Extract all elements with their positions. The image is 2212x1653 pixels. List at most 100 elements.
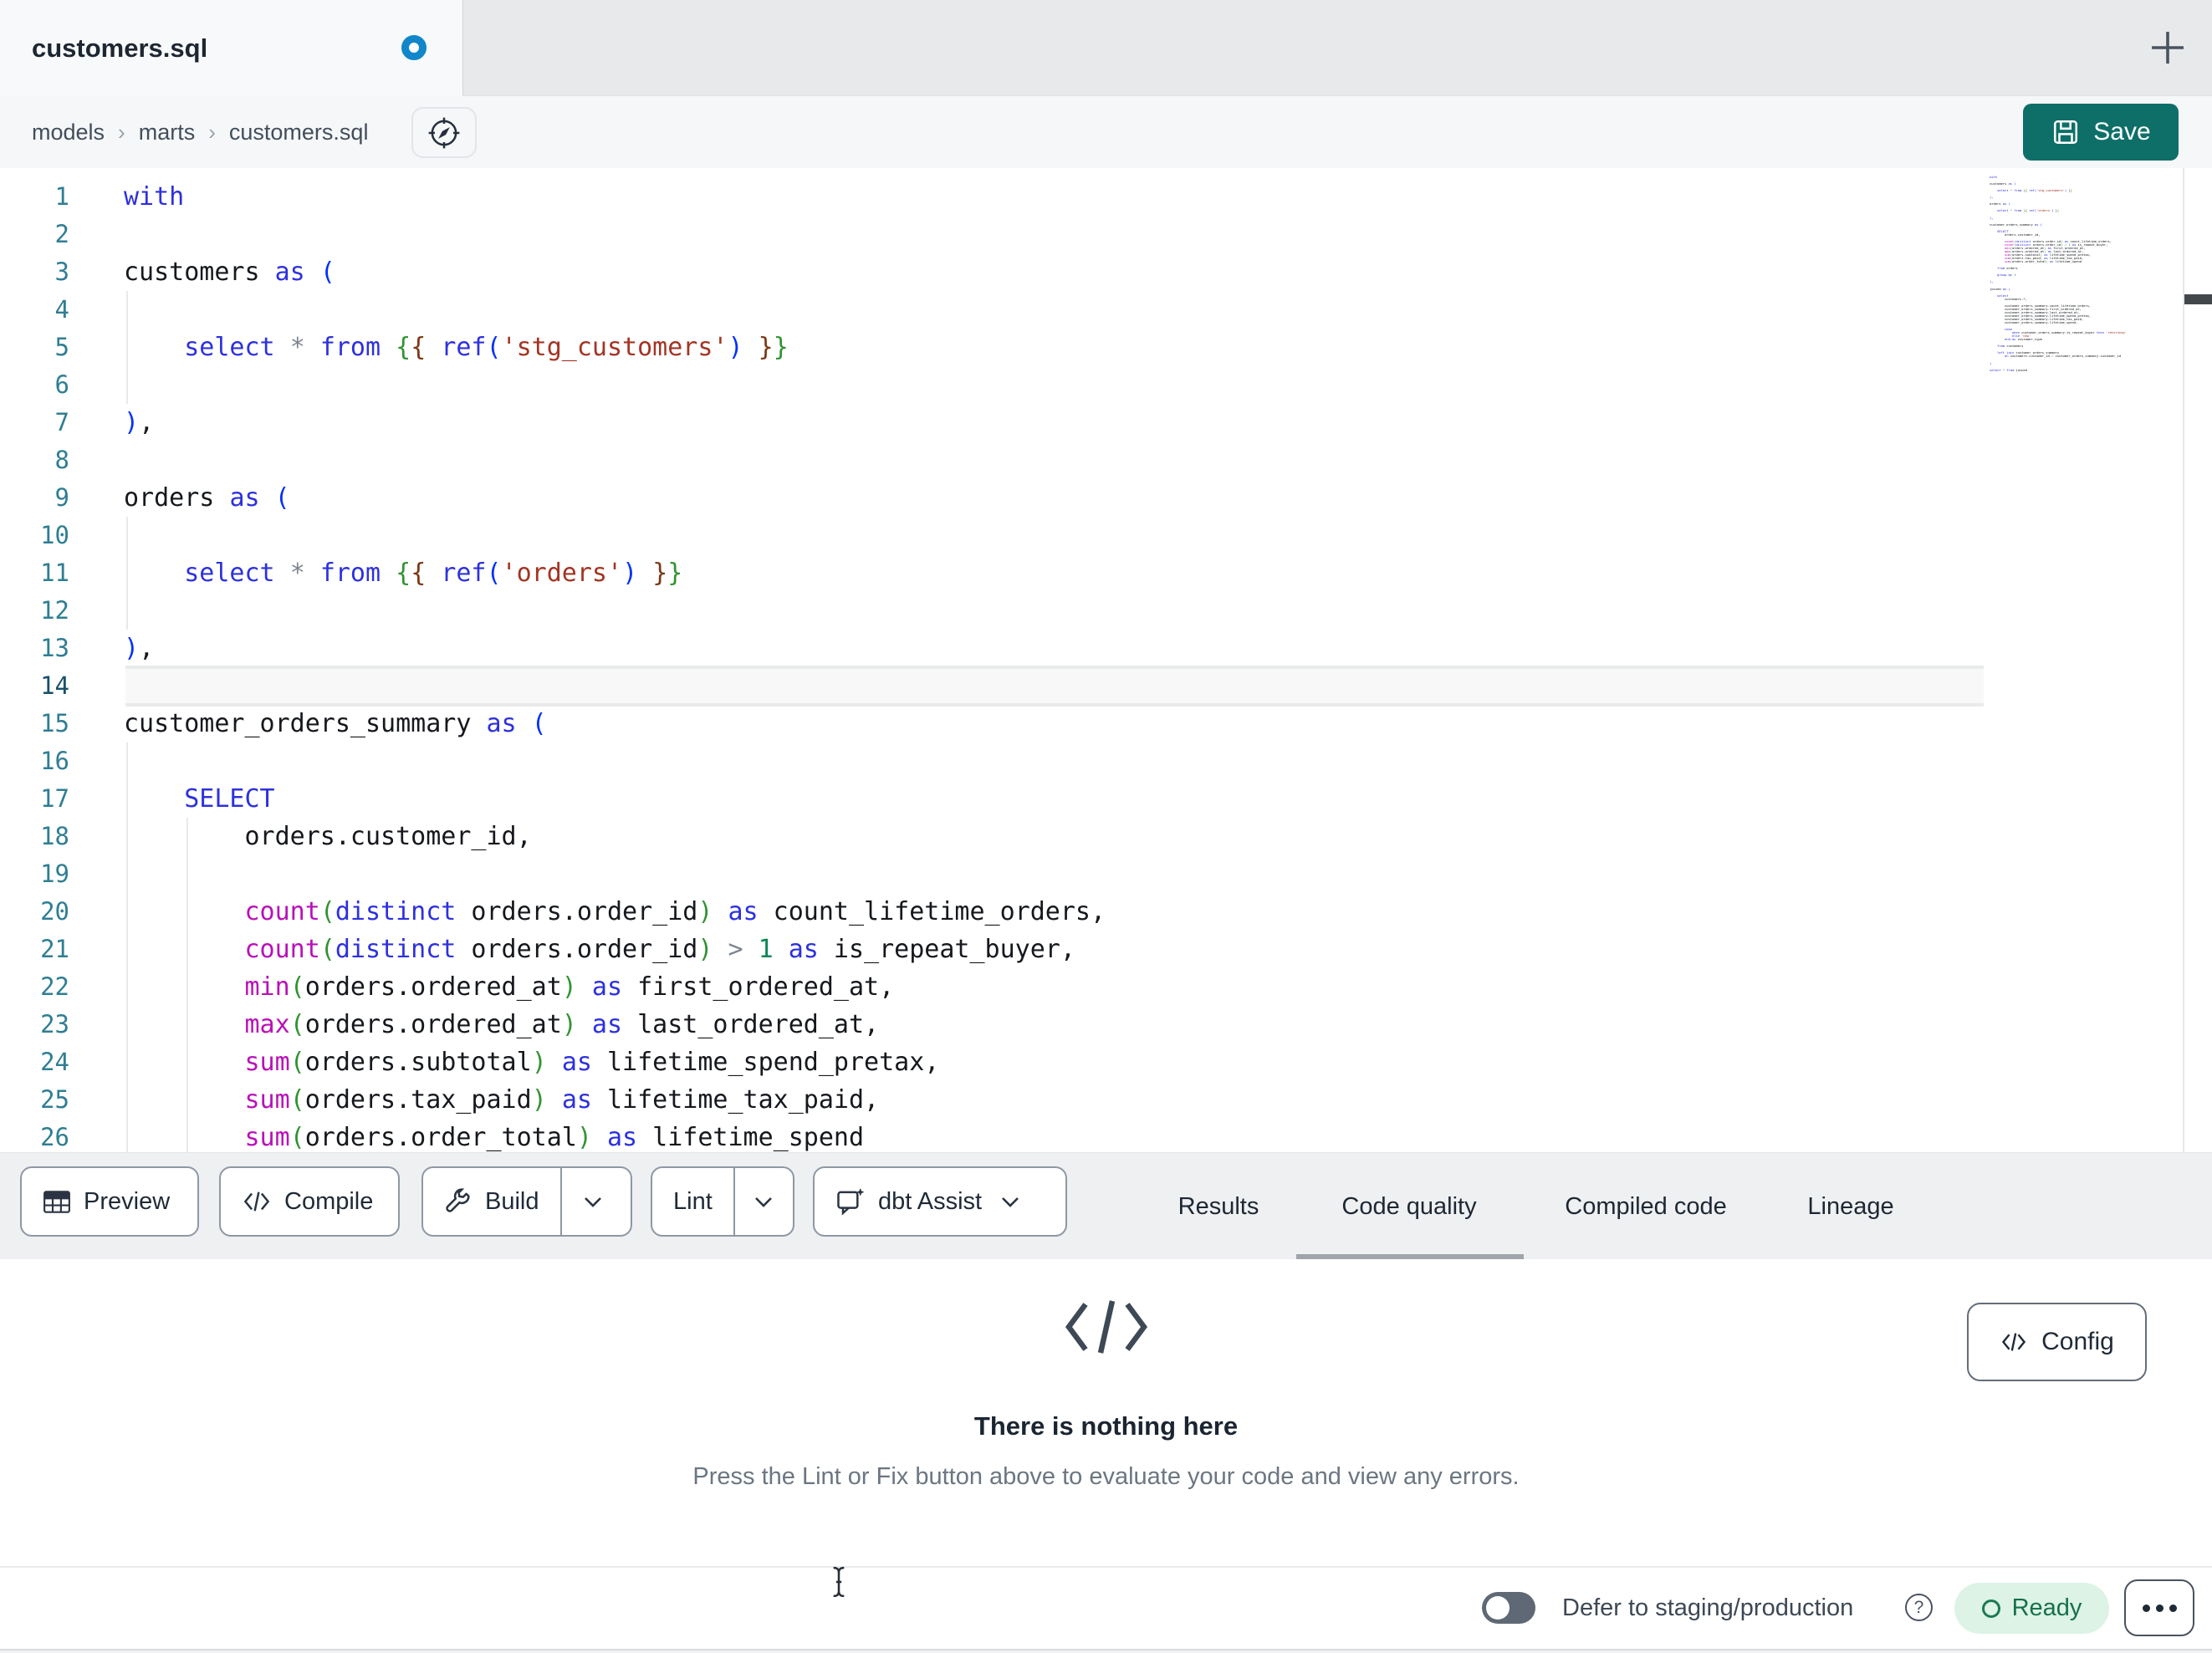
breadcrumb-item-marts[interactable]: marts (139, 120, 196, 145)
new-tab-button[interactable] (2142, 22, 2194, 74)
code-line-12[interactable]: 12 (0, 592, 2174, 630)
tab-code-quality[interactable]: Code quality (1295, 1153, 1523, 1260)
unsaved-changes-dot-icon (401, 35, 427, 60)
code-line-19[interactable]: 19 (0, 855, 2174, 893)
save-button[interactable]: Save (2023, 104, 2179, 161)
code-editor[interactable]: 1 with 2 3 customers as ( 4 5 select * from {{… (0, 168, 2212, 1152)
code-line-23[interactable]: 23 max(orders.ordered_at) as last_ordere… (0, 1006, 2174, 1043)
empty-state-title: There is nothing here (973, 1411, 1239, 1441)
code-line-2[interactable]: 2 (0, 216, 2174, 253)
code-line-26[interactable]: 26 sum(orders.order_total) as lifetime_s… (0, 1119, 2174, 1152)
tab-results[interactable]: Results (1156, 1153, 1281, 1260)
dbt-assist-button[interactable]: dbt Assist (813, 1166, 1067, 1237)
code-line-1[interactable]: 1 with (0, 178, 2174, 216)
window-bottom-edge (0, 1649, 2212, 1653)
code-line-9[interactable]: 9 orders as ( (0, 479, 2174, 517)
chevron-down-icon (755, 1196, 773, 1207)
chevron-down-icon (1002, 1196, 1019, 1207)
code-line-13[interactable]: 13), (0, 630, 2174, 667)
line-number: 18 (40, 822, 69, 850)
line-number: 15 (40, 709, 69, 737)
line-number: 10 (40, 521, 69, 549)
code-line-4[interactable]: 4 (0, 291, 2174, 329)
defer-label: Defer to staging/production (1562, 1594, 1854, 1621)
build-dropdown-toggle[interactable] (559, 1168, 624, 1235)
code-line-11[interactable]: 11 select * from {{ ref('orders') }} (0, 554, 2174, 592)
code-line-8[interactable]: 8 (0, 441, 2174, 479)
status-bar: Defer to staging/production ? Ready (0, 1566, 2212, 1649)
save-floppy-icon (2054, 120, 2078, 145)
empty-state-subtitle: Press the Lint or Fix button above to ev… (692, 1463, 1520, 1490)
breadcrumb-bar: models › marts › customers.sql Save (0, 96, 2212, 168)
code-line-18[interactable]: 18 orders.customer_id, (0, 818, 2174, 855)
line-number: 17 (40, 784, 69, 813)
code-line-7[interactable]: 7), (0, 404, 2174, 441)
help-icon[interactable]: ? (1905, 1594, 1933, 1621)
line-number: 20 (40, 897, 69, 926)
ready-status-icon (1981, 1599, 2000, 1618)
code-line-5[interactable]: 5 select * from {{ ref('stg_customers') … (0, 329, 2174, 366)
code-line-6[interactable]: 6 (0, 366, 2174, 404)
code-line-25[interactable]: 25 sum(orders.tax_paid) as lifetime_tax_… (0, 1081, 2174, 1119)
code-line-10[interactable]: 10 (0, 517, 2174, 554)
editor-right-border (2183, 168, 2184, 1152)
code-line-3[interactable]: 3 customers as ( (0, 253, 2174, 291)
defer-toggle[interactable] (1482, 1592, 1535, 1624)
file-tab-title: customers.sql (32, 33, 208, 63)
plus-icon (2152, 32, 2184, 64)
line-number: 4 (54, 295, 69, 324)
tab-lineage[interactable]: Lineage (1788, 1153, 1913, 1260)
line-number: 5 (54, 333, 69, 361)
lint-dropdown-toggle[interactable] (733, 1168, 793, 1235)
line-number: 1 (54, 182, 69, 211)
status-badge-ready: Ready (1954, 1583, 2109, 1634)
file-tab-customers-sql[interactable]: customers.sql (0, 0, 463, 96)
line-number: 25 (40, 1085, 69, 1114)
code-line-14[interactable]: 14 (0, 667, 2174, 705)
code-line-21[interactable]: 21 count(distinct orders.order_id) > 1 a… (0, 931, 2174, 968)
lint-button[interactable]: Lint (651, 1166, 794, 1237)
line-number: 2 (54, 220, 69, 248)
line-number: 6 (54, 370, 69, 399)
code-icon (243, 1191, 270, 1212)
toggle-knob (1486, 1596, 1510, 1620)
code-line-20[interactable]: 20 count(distinct orders.order_id) as co… (0, 893, 2174, 931)
explore-lineage-button[interactable] (411, 107, 477, 158)
wrench-icon (446, 1188, 470, 1212)
line-number: 16 (40, 747, 69, 775)
code-line-22[interactable]: 22 min(orders.ordered_at) as first_order… (0, 968, 2174, 1006)
code-area[interactable]: 1 with 2 3 customers as ( 4 5 select * from {{… (0, 168, 2212, 1152)
tab-compiled-code[interactable]: Compiled code (1532, 1153, 1760, 1260)
line-number: 26 (40, 1123, 69, 1151)
ellipsis-icon (2142, 1604, 2150, 1612)
overview-scroll-thumb[interactable] (2184, 294, 2212, 304)
build-button[interactable]: Build (421, 1166, 632, 1237)
minimap[interactable]: with customers as ( select * from {{ ref(… (1990, 176, 2179, 372)
line-number: 19 (40, 860, 69, 888)
line-number: 12 (40, 596, 69, 625)
compile-button[interactable]: Compile (219, 1166, 400, 1237)
code-line-17[interactable]: 17 SELECT (0, 780, 2174, 818)
ready-status-label: Ready (2011, 1594, 2082, 1621)
more-options-button[interactable] (2124, 1579, 2194, 1636)
chevron-down-icon (584, 1196, 601, 1207)
table-icon (43, 1190, 70, 1213)
dbt-assist-button-label: dbt Assist (878, 1187, 983, 1215)
breadcrumb-item-file: customers.sql (228, 119, 369, 145)
config-button[interactable]: Config (1967, 1303, 2147, 1381)
line-number: 13 (40, 634, 69, 662)
code-line-24[interactable]: 24 sum(orders.subtotal) as lifetime_spen… (0, 1043, 2174, 1081)
sparkle-chat-icon (837, 1188, 865, 1216)
code-line-16[interactable]: 16 (0, 742, 2174, 780)
breadcrumb-separator: › (208, 119, 216, 145)
code-line-15[interactable]: 15 customer_orders_summary as ( (0, 705, 2174, 742)
preview-button-label: Preview (84, 1187, 171, 1215)
preview-button[interactable]: Preview (20, 1166, 199, 1237)
line-number: 24 (40, 1048, 69, 1076)
breadcrumb-separator: › (118, 119, 125, 145)
code-icon (2002, 1333, 2026, 1351)
line-number: 8 (54, 446, 69, 474)
breadcrumb-item-models[interactable]: models (32, 120, 105, 145)
build-button-label: Build (485, 1187, 539, 1215)
save-button-label: Save (2093, 118, 2151, 145)
